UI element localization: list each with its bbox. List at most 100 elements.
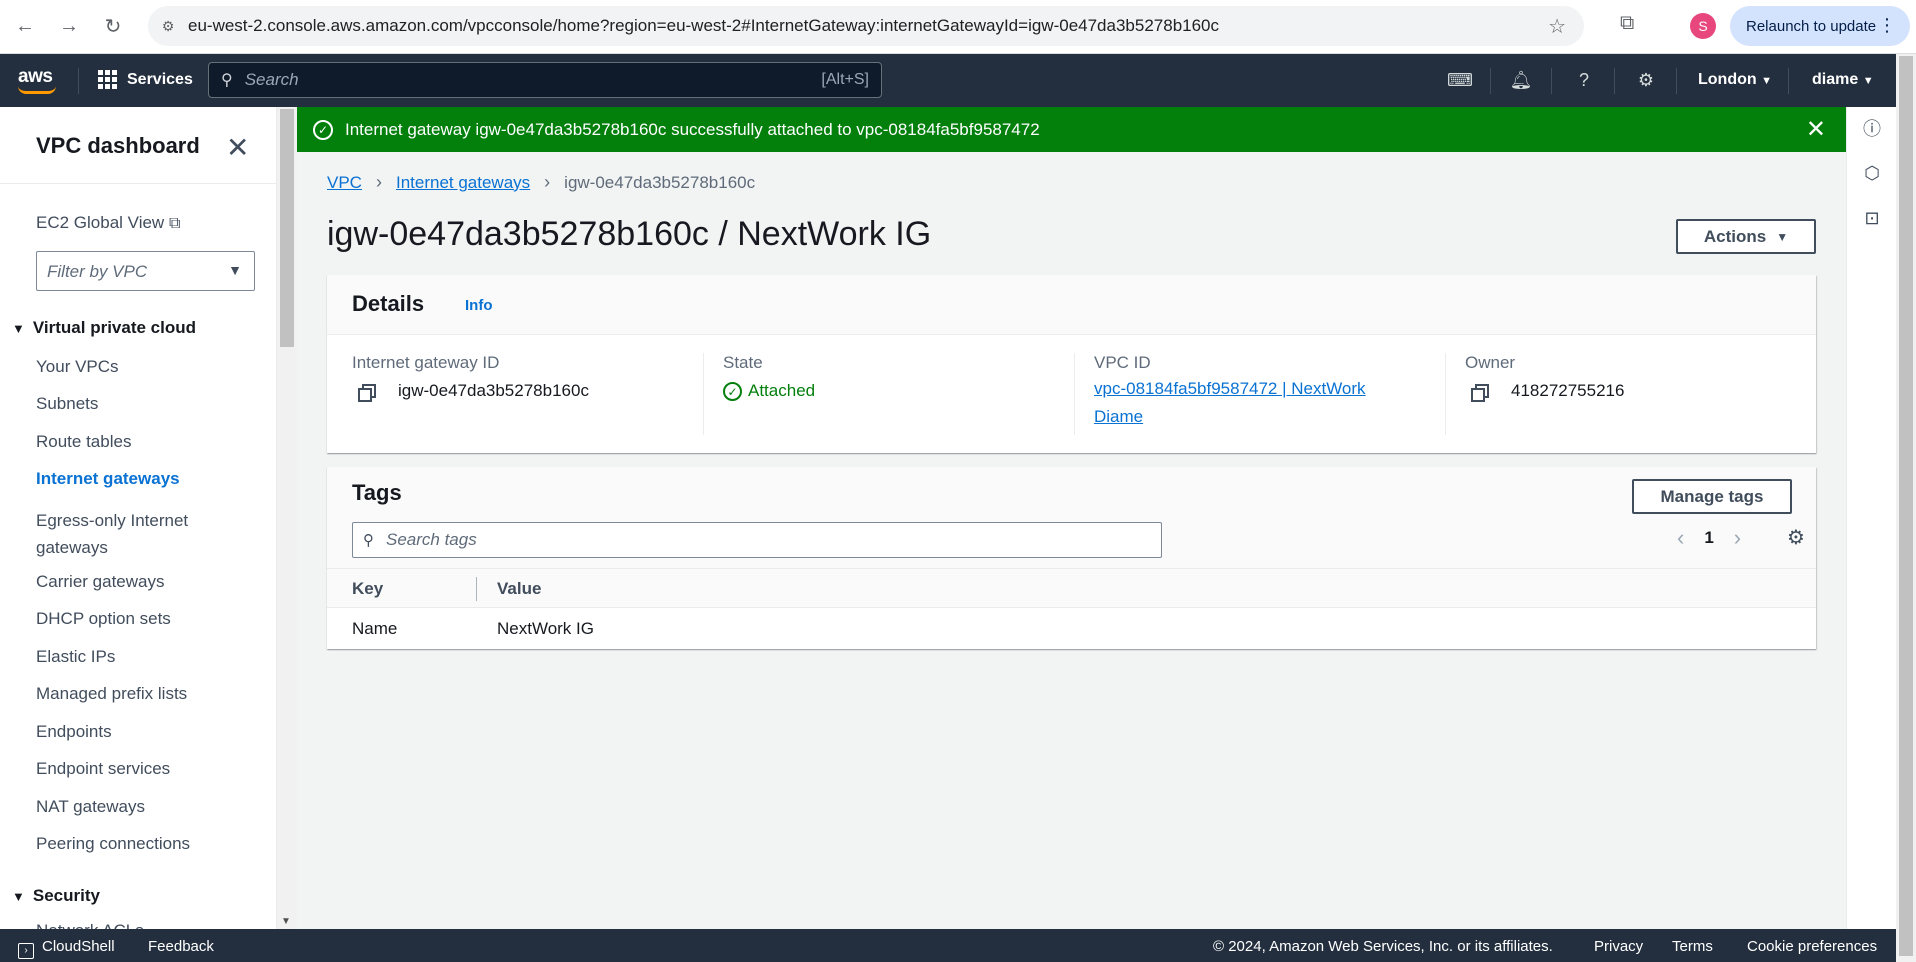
- account-menu[interactable]: diame ▼: [1812, 71, 1874, 89]
- owner-field: Owner 418272755216: [1465, 353, 1795, 402]
- copy-icon[interactable]: [1471, 384, 1489, 402]
- caret-down-icon: ▼: [228, 262, 242, 278]
- filter-placeholder: Filter by VPC: [47, 262, 148, 281]
- sidebar-item-dhcp-option-sets[interactable]: DHCP option sets: [36, 609, 171, 629]
- filter-by-vpc-select[interactable]: Filter by VPC ▼: [36, 251, 255, 291]
- scrollbar-thumb[interactable]: [280, 109, 294, 347]
- sidebar-item-network-acls[interactable]: Network ACLs: [36, 921, 144, 929]
- sidebar-item-endpoint-services[interactable]: Endpoint services: [36, 759, 170, 779]
- reload-icon[interactable]: ↻: [94, 8, 132, 46]
- sidebar-item-carrier-gateways[interactable]: Carrier gateways: [36, 572, 165, 592]
- cloudshell-button[interactable]: › CloudShell: [18, 938, 115, 959]
- copy-icon[interactable]: [358, 384, 376, 402]
- sidebar-divider: [0, 183, 276, 184]
- dismiss-flash-icon[interactable]: ✕: [1806, 115, 1826, 144]
- extensions-icon[interactable]: ⧉: [1620, 12, 1634, 35]
- main-content: ✓ Internet gateway igw-0e47da3b5278b160c…: [297, 107, 1846, 929]
- tutorial-panel-icon[interactable]: ⊡: [1861, 207, 1883, 229]
- breadcrumb: VPC › Internet gateways › igw-0e47da3b52…: [327, 172, 755, 193]
- sidebar-item-subnets[interactable]: Subnets: [36, 394, 98, 414]
- nav-divider: [78, 68, 79, 94]
- previous-page-icon[interactable]: ‹: [1677, 525, 1684, 551]
- aws-logo[interactable]: aws: [18, 66, 56, 94]
- column-header-key[interactable]: Key: [352, 579, 383, 599]
- details-panel: Details Info Internet gateway ID igw-0e4…: [327, 275, 1816, 453]
- table-preferences-gear-icon[interactable]: ⚙: [1787, 525, 1805, 550]
- profile-avatar[interactable]: S: [1690, 13, 1716, 39]
- section-label: Security: [32, 886, 100, 905]
- success-flash-banner: ✓ Internet gateway igw-0e47da3b5278b160c…: [297, 107, 1846, 152]
- url-text[interactable]: eu-west-2.console.aws.amazon.com/vpccons…: [188, 16, 1219, 36]
- page-scrollbar[interactable]: [1896, 54, 1916, 962]
- back-icon[interactable]: ←: [6, 8, 44, 46]
- breadcrumb-internet-gateways-link[interactable]: Internet gateways: [396, 173, 530, 193]
- sidebar-title[interactable]: VPC dashboard: [36, 133, 200, 159]
- search-tags-placeholder: Search tags: [386, 530, 477, 549]
- manage-tags-button[interactable]: Manage tags: [1632, 479, 1792, 514]
- global-search-input[interactable]: ⚲ Search [Alt+S]: [208, 62, 882, 98]
- close-sidebar-icon[interactable]: ✕: [226, 131, 249, 164]
- copyright-text: © 2024, Amazon Web Services, Inc. or its…: [1213, 938, 1553, 955]
- breadcrumb-vpc-link[interactable]: VPC: [327, 173, 362, 193]
- aws-logo-text: aws: [18, 66, 53, 87]
- sidebar-item-ec2-global-view[interactable]: EC2 Global View ⧉: [36, 213, 180, 233]
- vpc-id-link[interactable]: vpc-08184fa5bf9587472 | NextWork Diame: [1094, 375, 1414, 431]
- sidebar-item-route-tables[interactable]: Route tables: [36, 432, 131, 452]
- cloudshell-icon: ›: [18, 943, 34, 959]
- cloudshell-icon[interactable]: ⌨: [1447, 68, 1473, 92]
- scroll-down-arrow-icon[interactable]: ▼: [281, 916, 291, 927]
- details-header: Details Info: [327, 275, 1816, 335]
- console-footer: › CloudShell Feedback © 2024, Amazon Web …: [0, 929, 1896, 962]
- forward-icon[interactable]: →: [50, 8, 88, 46]
- sidebar-item-your-vpcs[interactable]: Your VPCs: [36, 357, 119, 377]
- flash-message: Internet gateway igw-0e47da3b5278b160c s…: [345, 119, 1040, 139]
- relaunch-button[interactable]: Relaunch to update ⋮: [1730, 6, 1910, 46]
- more-menu-icon[interactable]: ⋮: [1878, 15, 1896, 36]
- aws-smile-icon: [18, 86, 56, 94]
- actions-button[interactable]: Actions ▼: [1676, 219, 1816, 254]
- help-icon[interactable]: ?: [1572, 68, 1596, 92]
- vpc-id-label: VPC ID: [1094, 353, 1151, 372]
- sidebar-item-peering-connections[interactable]: Peering connections: [36, 834, 190, 854]
- caret-down-icon: ▼: [12, 321, 25, 336]
- notifications-bell-icon[interactable]: 🔔︎: [1509, 68, 1533, 92]
- table-row: Name NextWork IG: [327, 608, 1816, 649]
- site-info-icon[interactable]: ⚙: [148, 18, 188, 35]
- sidebar-item-managed-prefix-lists[interactable]: Managed prefix lists: [36, 684, 187, 704]
- feedback-link[interactable]: Feedback: [148, 938, 214, 955]
- info-panel-icon[interactable]: ⓘ: [1861, 117, 1883, 139]
- region-selector[interactable]: London ▼: [1698, 71, 1772, 89]
- cookie-preferences-link[interactable]: Cookie preferences: [1747, 938, 1877, 955]
- tags-title: Tags: [352, 480, 402, 505]
- sidebar-scrollbar[interactable]: ▼: [277, 107, 297, 929]
- sidebar-item-internet-gateways[interactable]: Internet gateways: [36, 469, 180, 489]
- info-link[interactable]: Info: [465, 297, 493, 314]
- bookmark-star-icon[interactable]: ☆: [1548, 14, 1566, 39]
- status-success-icon: ✓: [723, 382, 742, 401]
- sidebar-item-elastic-ips[interactable]: Elastic IPs: [36, 647, 115, 667]
- search-shortcut-hint: [Alt+S]: [821, 71, 869, 88]
- sidebar-item-endpoints[interactable]: Endpoints: [36, 722, 112, 742]
- current-page-number[interactable]: 1: [1704, 528, 1713, 548]
- services-menu-button[interactable]: Services: [98, 70, 193, 89]
- address-bar[interactable]: ⚙ eu-west-2.console.aws.amazon.com/vpcco…: [148, 6, 1584, 46]
- section-security[interactable]: ▼ Security: [12, 886, 100, 906]
- next-page-icon[interactable]: ›: [1734, 525, 1741, 551]
- column-resizer[interactable]: [476, 577, 477, 601]
- tags-panel: Tags Manage tags ⚲ Search tags ‹ 1 › ⚙ K…: [327, 467, 1816, 649]
- caret-down-icon: ▼: [12, 889, 25, 904]
- nav-divider: [1551, 68, 1552, 94]
- section-virtual-private-cloud[interactable]: ▼ Virtual private cloud: [12, 318, 196, 338]
- sidebar-item-nat-gateways[interactable]: NAT gateways: [36, 797, 145, 817]
- relaunch-label: Relaunch to update: [1746, 17, 1877, 35]
- nav-divider: [1676, 68, 1677, 94]
- amazon-q-icon[interactable]: ⬡: [1861, 162, 1883, 184]
- privacy-link[interactable]: Privacy: [1594, 938, 1643, 955]
- caret-down-icon: ▼: [1776, 229, 1789, 244]
- scrollbar-thumb[interactable]: [1899, 56, 1913, 956]
- column-header-value[interactable]: Value: [497, 579, 541, 599]
- sidebar-item-egress-only-internet-gateways[interactable]: Egress-only Internet gateways: [36, 507, 236, 561]
- terms-link[interactable]: Terms: [1672, 938, 1713, 955]
- search-tags-input[interactable]: ⚲ Search tags: [352, 522, 1162, 558]
- settings-gear-icon[interactable]: ⚙: [1634, 68, 1658, 92]
